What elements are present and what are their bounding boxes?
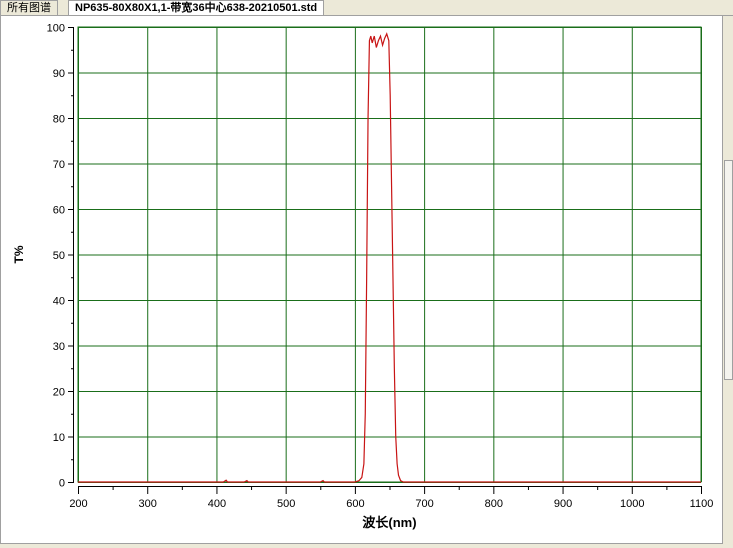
chart-panel: 200 300 400 500 600 700 800 900 1000 1100 0 10 20 30 4… [0, 15, 723, 544]
y-tick-label: 30 [53, 341, 65, 353]
y-tick-label: 90 [53, 68, 65, 80]
x-axis-label: 波长(nm) [362, 515, 416, 530]
y-axis-label: T% [12, 245, 26, 263]
y-tick-label: 100 [47, 23, 65, 35]
y-tick-label: 70 [53, 159, 65, 171]
x-tick-label: 700 [415, 498, 433, 510]
x-tick-label: 900 [554, 498, 572, 510]
x-tick-label: 200 [69, 498, 87, 510]
x-tick-label: 1100 [690, 498, 714, 510]
transmission-chart: 200 300 400 500 600 700 800 900 1000 1100 0 10 20 30 4… [12, 23, 714, 531]
y-tick-label: 0 [59, 478, 65, 490]
tab-bar: 所有图谱 NP635-80X80X1,1-带宽36中心638-20210501.… [0, 0, 733, 16]
x-tick-label: 300 [139, 498, 157, 510]
x-tick-label: 1000 [620, 498, 644, 510]
x-tick-label: 600 [346, 498, 364, 510]
y-tick-label: 40 [53, 296, 65, 308]
y-tick-label: 60 [53, 205, 65, 217]
tab-spectrum-file[interactable]: NP635-80X80X1,1-带宽36中心638-20210501.std [68, 0, 325, 16]
y-tick-label: 80 [53, 114, 65, 126]
x-tick-label: 800 [485, 498, 503, 510]
y-tick-label: 10 [53, 432, 65, 444]
x-tick-label: 500 [277, 498, 295, 510]
x-tick-label: 400 [208, 498, 226, 510]
splitter-handle[interactable] [724, 160, 733, 380]
tab-all-spectra[interactable]: 所有图谱 [0, 0, 58, 15]
y-tick-label: 20 [53, 387, 65, 399]
y-tick-label: 50 [53, 250, 65, 262]
